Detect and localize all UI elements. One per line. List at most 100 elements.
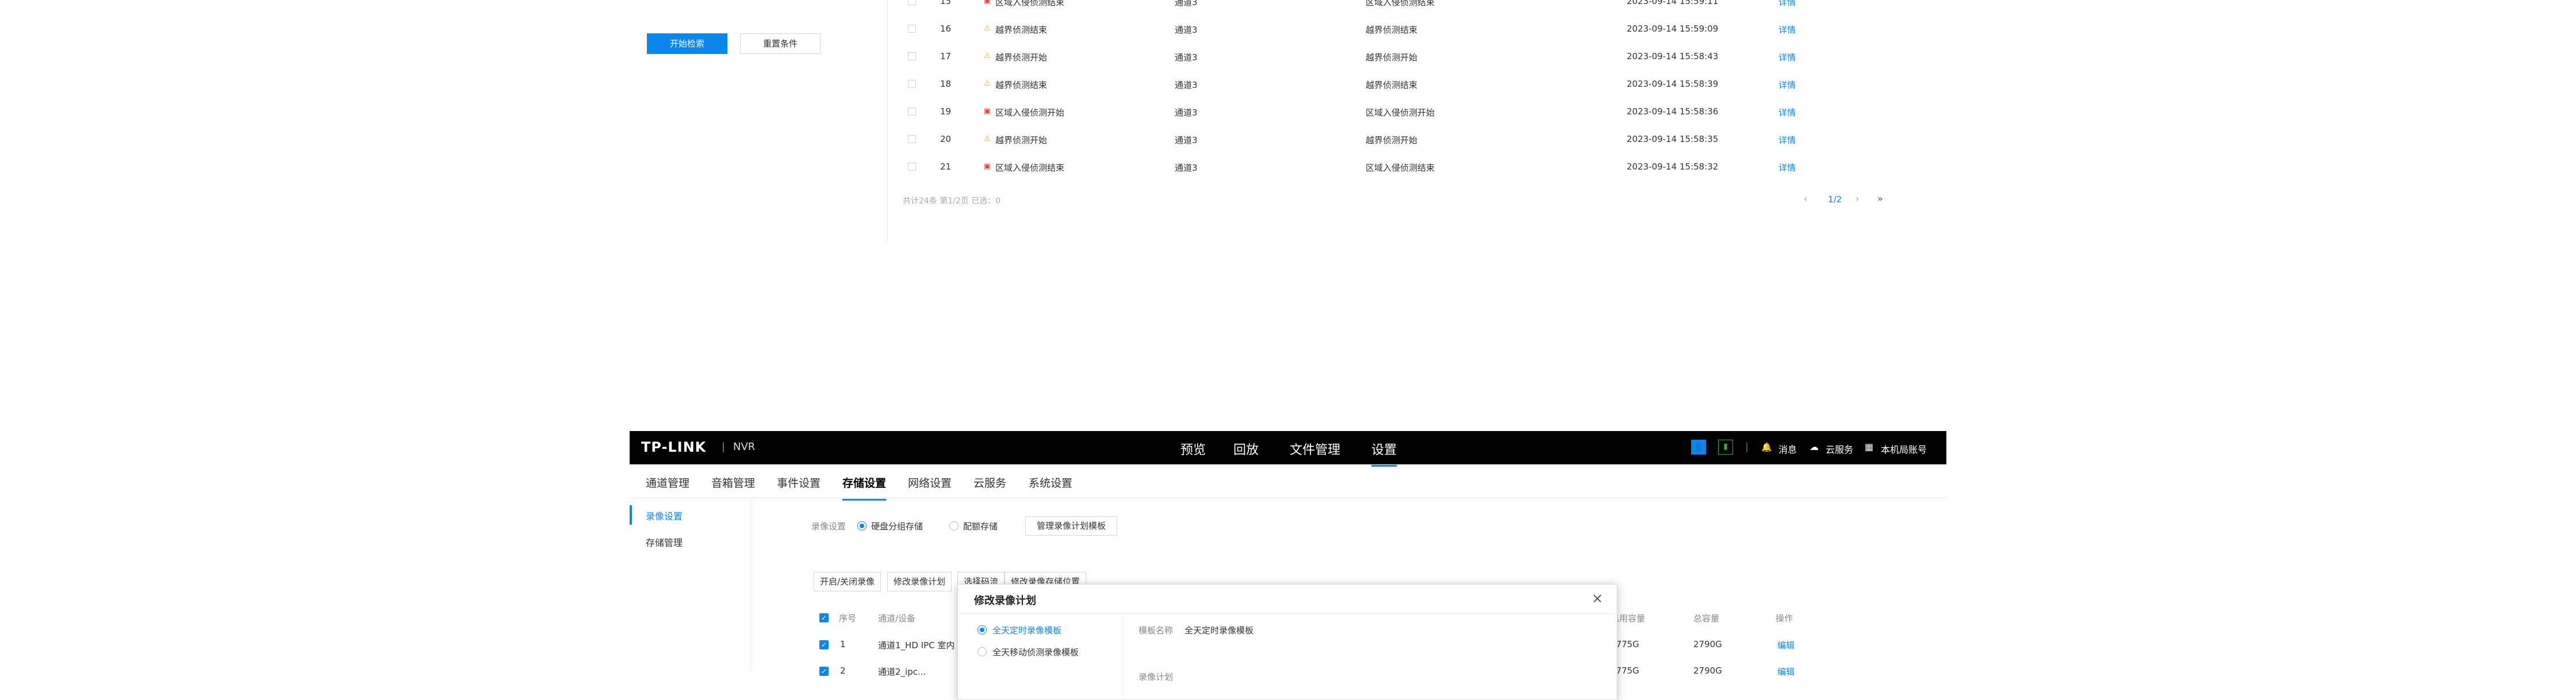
row-edit-link[interactable]: 编辑 (1777, 639, 1795, 651)
user-icon[interactable]: 👤 (1691, 440, 1706, 455)
intrusion-icon: ▣ (983, 0, 991, 5)
template-motion[interactable]: 全天移动侦测录像模板 (992, 646, 1079, 658)
settings-tabs: 通道管理 音箱管理 事件设置 存储设置 网络设置 云服务 系统设置 (630, 464, 1946, 501)
row-number: 21 (940, 161, 952, 172)
cloud-icon: ☁ (1810, 441, 1819, 452)
subtab-toggle-record[interactable]: 开启/关闭录像 (814, 572, 881, 591)
prev-page-button[interactable]: ‹ (1804, 193, 1807, 204)
row-number: 18 (940, 79, 952, 89)
template-list: 全天定时录像模板 全天移动侦测录像模板 (958, 613, 1123, 699)
signal-icon[interactable]: ▮ (1718, 440, 1733, 455)
row-description: 区域入侵侦测开始 (1366, 107, 1435, 118)
row-event: 越界侦测开始 (995, 52, 1048, 63)
page-indicator: 1/2 (1828, 194, 1842, 205)
template-radio-motion[interactable] (977, 647, 987, 656)
table-row: 17 ⚠ 越界侦测开始 通道3 越界侦测开始 2023-09-14 15:58:43 详情 (899, 43, 1945, 71)
row-channel: 通道1_HD IPC 室内 (878, 640, 955, 651)
row-event: 区域入侵侦测开始 (995, 107, 1065, 118)
manage-template-button[interactable]: 管理录像计划模板 (1025, 516, 1117, 536)
row-description: 越界侦测开始 (1366, 135, 1418, 145)
row-checkbox[interactable] (908, 107, 916, 116)
row-time: 2023-09-14 15:58:32 (1627, 161, 1719, 172)
row-detail-link[interactable]: 详情 (1778, 161, 1796, 174)
template-all-day[interactable]: 全天定时录像模板 (992, 624, 1061, 636)
warning-icon: ⚠ (984, 24, 991, 33)
row-description: 越界侦测开始 (1366, 52, 1418, 63)
row-detail-link[interactable]: 详情 (1778, 79, 1796, 91)
row-checkbox[interactable] (908, 25, 916, 33)
row-checkbox[interactable]: ✓ (819, 640, 829, 649)
row-event: 区域入侵侦测结束 (995, 163, 1065, 173)
cloud-service-link[interactable]: 云服务 (1826, 442, 1853, 456)
tab-system-settings[interactable]: 系统设置 (1029, 475, 1072, 490)
row-checkbox[interactable] (908, 52, 916, 60)
last-page-button[interactable]: » (1877, 193, 1883, 204)
row-detail-link[interactable]: 详情 (1778, 0, 1796, 8)
row-time: 2023-09-14 15:58:43 (1627, 51, 1719, 61)
row-checkbox[interactable] (908, 0, 916, 5)
tab-network-settings[interactable]: 网络设置 (908, 475, 952, 490)
bell-icon: 🔔 (1761, 442, 1772, 452)
local-account-link[interactable]: 本机局账号 (1881, 442, 1927, 456)
row-detail-link[interactable]: 详情 (1778, 106, 1796, 118)
quota-storage-radio[interactable] (949, 521, 959, 530)
row-checkbox[interactable] (908, 135, 916, 143)
schedule-label: 录像计划 (1138, 672, 1174, 682)
close-icon[interactable]: × (1592, 590, 1603, 606)
nav-settings[interactable]: 设置 (1371, 440, 1397, 467)
row-channel: 通道3 (1175, 0, 1198, 7)
nvr-settings-app: TP-LINK | NVR 预览 回放 文件管理 设置 👤 ▮ | 🔔 消息 ☁… (630, 431, 1946, 700)
col-channel: 通道/设备 (878, 613, 916, 624)
modal-header: 修改录像计划 × (958, 584, 1617, 614)
subtab-edit-schedule[interactable]: 修改录像计划 (887, 572, 952, 591)
template-radio-all-day[interactable] (977, 625, 987, 634)
grid-icon: ▦ (1865, 441, 1874, 452)
col-index: 序号 (839, 613, 857, 624)
nav-preview[interactable]: 预览 (1180, 440, 1206, 458)
row-edit-link[interactable]: 编辑 (1777, 666, 1795, 678)
event-search-panel: 开始检索 重置条件 15 ▣ 区域入侵侦测结束 通道3 区域入侵侦测结束 2023-09-… (630, 0, 1946, 241)
col-total: 总容量 (1693, 613, 1720, 624)
results-summary: 共计24条 第1/2页 已选：0 (903, 197, 1001, 206)
divider: | (1745, 441, 1749, 453)
row-time: 2023-09-14 15:59:09 (1627, 24, 1719, 34)
intrusion-icon: ▣ (983, 107, 991, 116)
row-checkbox[interactable] (908, 163, 916, 171)
messages-link[interactable]: 消息 (1778, 442, 1797, 456)
table-row: 21 ▣ 区域入侵侦测结束 通道3 区域入侵侦测结束 2023-09-14 15:58:3… (899, 153, 1945, 181)
row-time: 2023-09-14 15:58:36 (1627, 106, 1719, 117)
start-search-button[interactable]: 开始检索 (647, 33, 727, 54)
sidebar-item-storage-management[interactable]: 存储管理 (630, 528, 750, 553)
nav-playback[interactable]: 回放 (1233, 440, 1259, 458)
tab-cloud-service[interactable]: 云服务 (973, 475, 1006, 490)
row-channel: 通道3 (1175, 107, 1198, 118)
row-channel: 通道3 (1175, 52, 1198, 63)
tab-event-settings[interactable]: 事件设置 (777, 475, 821, 490)
select-all-checkbox[interactable]: ✓ (819, 613, 829, 622)
tab-channel-management[interactable]: 通道管理 (646, 475, 689, 490)
row-index: 1 (840, 639, 846, 649)
sidebar-item-record-settings[interactable]: 录像设置 (630, 502, 750, 527)
nav-file-management[interactable]: 文件管理 (1290, 440, 1340, 458)
row-detail-link[interactable]: 详情 (1778, 51, 1796, 63)
row-total: 2790G (1693, 639, 1722, 649)
table-row: 20 ⚠ 越界侦测开始 通道3 越界侦测开始 2023-09-14 15:58:35 详情 (899, 126, 1945, 153)
row-index: 2 (840, 666, 846, 676)
reset-conditions-button[interactable]: 重置条件 (740, 33, 821, 54)
tab-speaker-management[interactable]: 音箱管理 (711, 475, 755, 490)
top-nav-bar: TP-LINK | NVR 预览 回放 文件管理 设置 👤 ▮ | 🔔 消息 ☁… (630, 431, 1946, 467)
results-area: 15 ▣ 区域入侵侦测结束 通道3 区域入侵侦测结束 2023-09-14 15:59:1… (887, 0, 1946, 241)
row-detail-link[interactable]: 详情 (1778, 134, 1796, 146)
next-page-button[interactable]: › (1856, 193, 1859, 204)
record-settings-label: 录像设置 (811, 521, 846, 532)
col-operation: 操作 (1776, 613, 1793, 624)
template-name-label: 模板名称 (1138, 625, 1174, 636)
tab-storage-settings[interactable]: 存储设置 (842, 475, 887, 501)
disk-storage-radio[interactable] (857, 521, 867, 530)
brand-logo: TP-LINK (641, 439, 707, 455)
row-number: 20 (940, 134, 952, 144)
row-detail-link[interactable]: 详情 (1778, 24, 1796, 36)
row-checkbox[interactable] (908, 80, 916, 88)
warning-icon: ⚠ (984, 134, 991, 143)
row-number: 15 (940, 0, 952, 6)
